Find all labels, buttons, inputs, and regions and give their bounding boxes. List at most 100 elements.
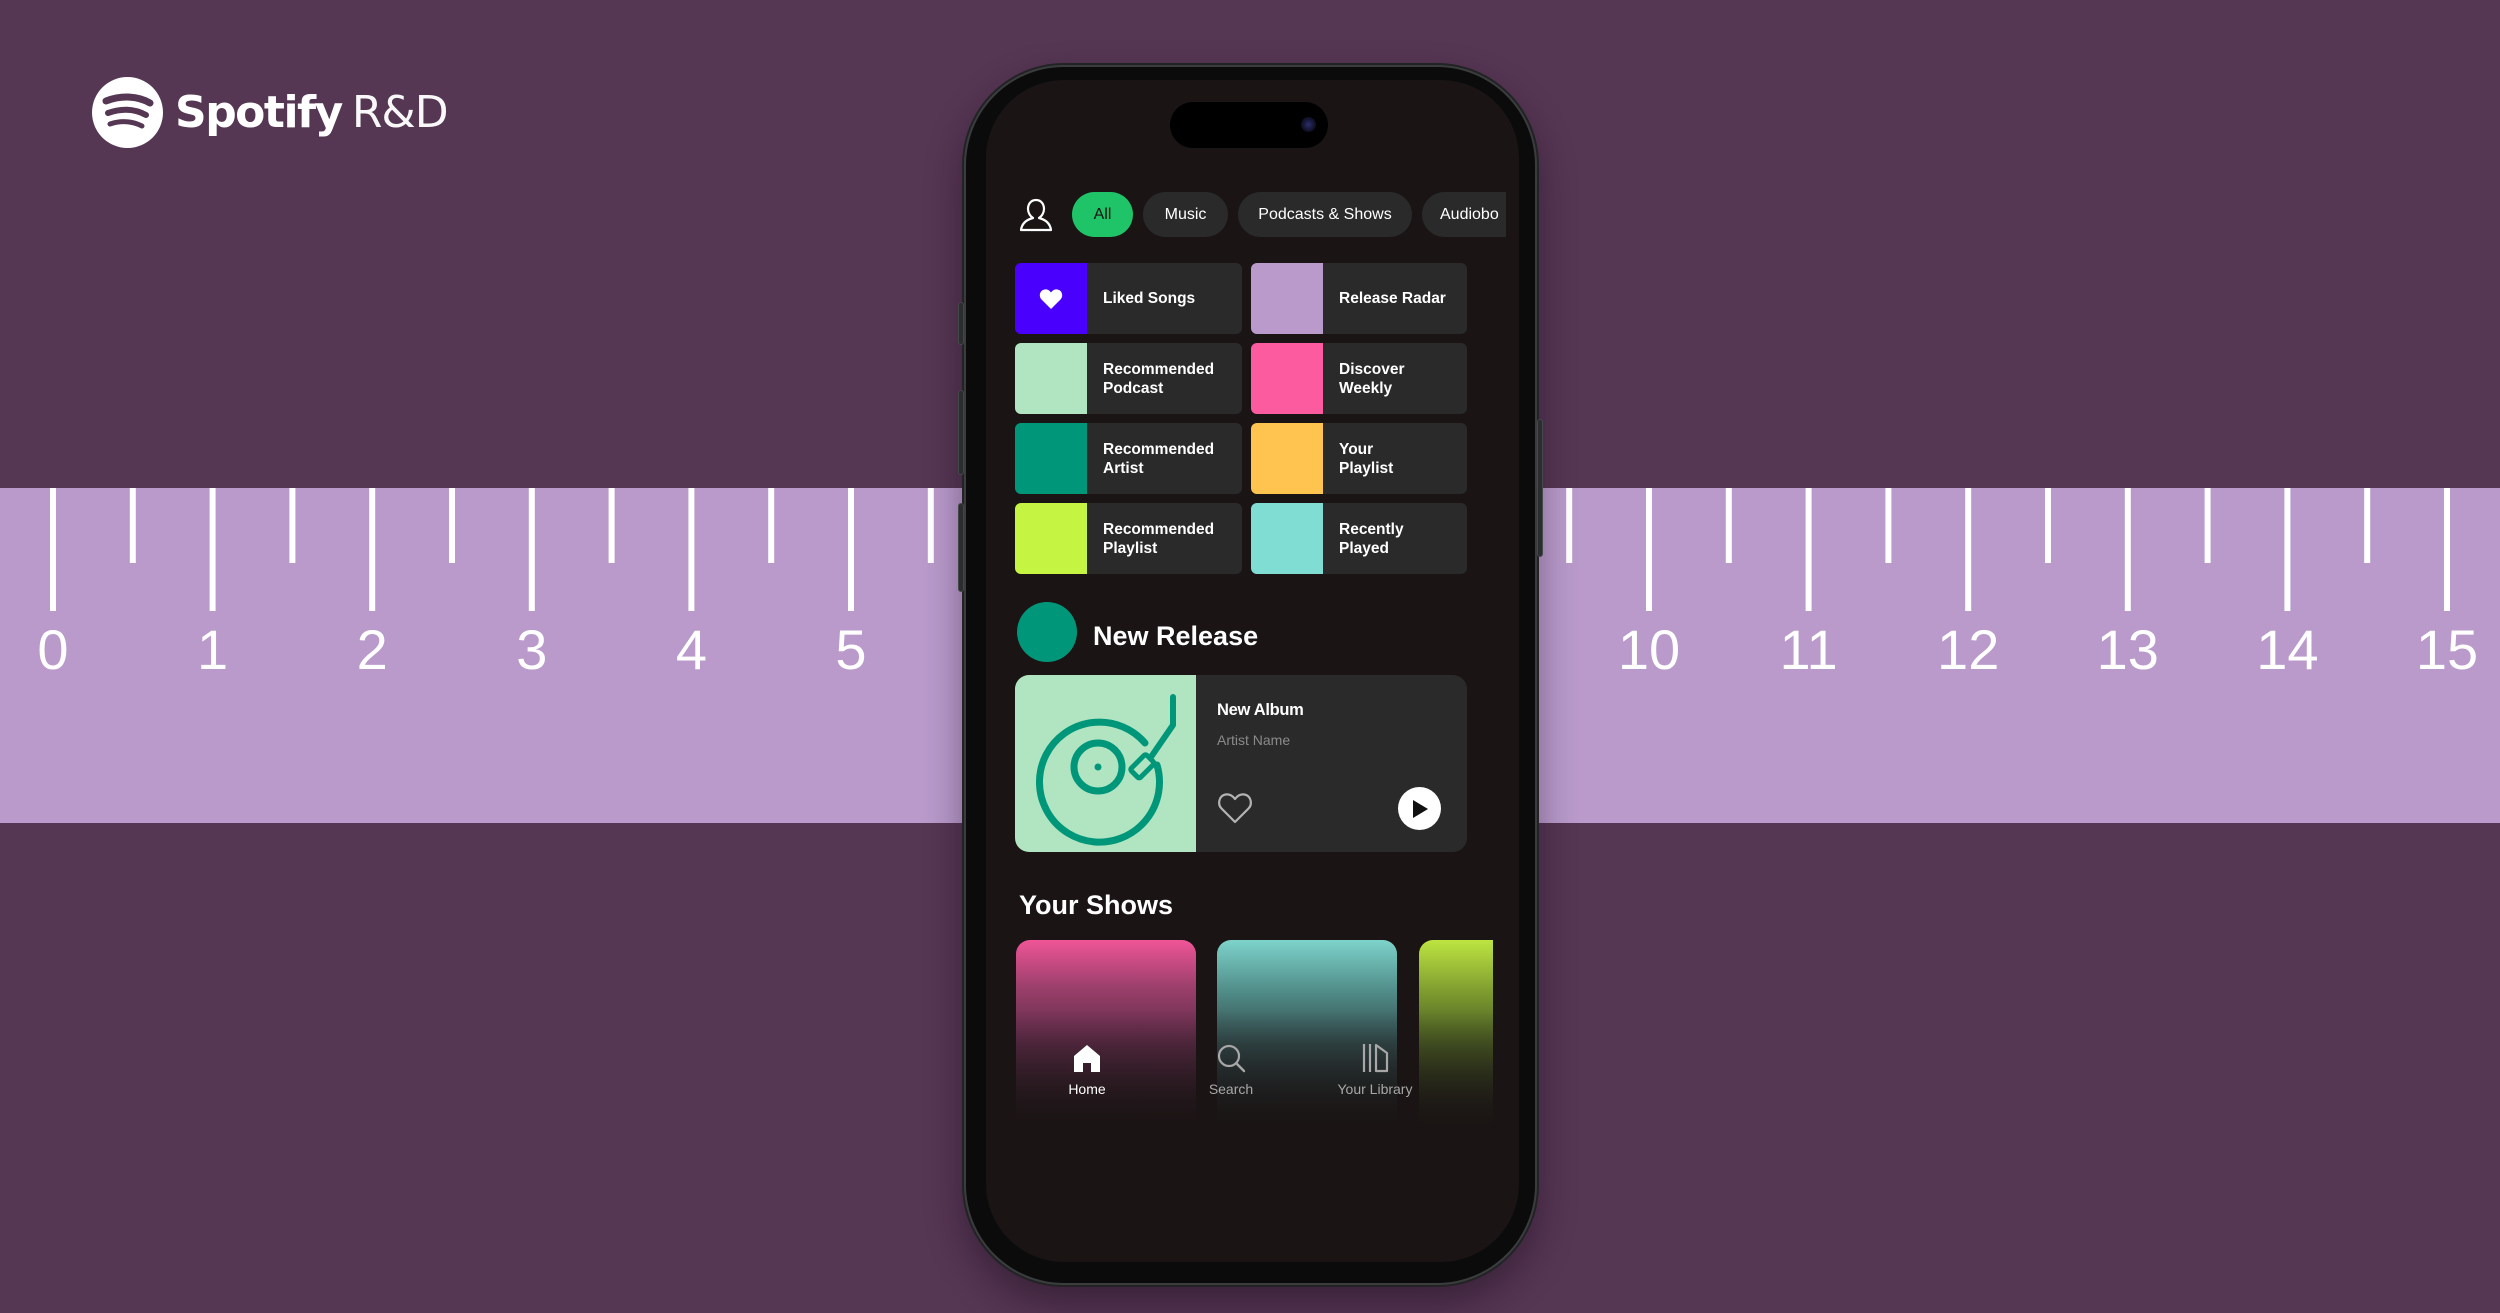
artist-avatar[interactable] <box>1017 602 1077 662</box>
tile-thumbnail <box>1251 503 1323 574</box>
tile-label: Your Playlist <box>1339 440 1394 477</box>
ruler-minor-tick <box>608 488 615 563</box>
nav-home[interactable]: Home <box>1027 1043 1147 1097</box>
play-icon <box>1412 799 1428 818</box>
library-icon <box>1362 1043 1389 1073</box>
tile-label: Release Radar <box>1339 290 1446 307</box>
filter-chip-audiobooks[interactable]: Audiobo <box>1422 192 1506 237</box>
ruler-major-tick <box>1646 488 1652 611</box>
ruler-minor-tick <box>289 488 296 563</box>
ruler-label: 5 <box>835 618 866 681</box>
dynamic-island <box>1170 102 1328 148</box>
tile-thumbnail <box>1015 343 1087 414</box>
filter-chip-all[interactable]: All <box>1072 192 1133 237</box>
brand-suffix: R&D <box>351 87 449 138</box>
tile-thumbnail <box>1015 423 1087 494</box>
nav-search[interactable]: Search <box>1171 1043 1291 1097</box>
spotify-rd-logo: Spotify R&D <box>92 77 449 148</box>
ruler-major-tick <box>2124 488 2131 611</box>
ruler-label: 1 <box>197 618 228 681</box>
tile-label: Recently Played <box>1339 520 1404 557</box>
play-button[interactable] <box>1398 787 1441 830</box>
quick-tile-discover-weekly[interactable]: Discover Weekly <box>1251 343 1467 414</box>
ruler-label: 2 <box>357 618 388 681</box>
power-button <box>1537 419 1543 557</box>
ruler-label: 12 <box>1937 618 1999 681</box>
spotify-logo-icon <box>92 77 163 148</box>
ruler-major-tick <box>1965 488 1972 611</box>
ruler-minor-tick <box>2204 488 2211 563</box>
ruler-label: 13 <box>2097 618 2159 681</box>
filter-chip-row: All Music Podcasts & Shows Audiobo <box>998 192 1519 237</box>
tile-thumbnail <box>1251 263 1323 334</box>
ruler-minor-tick <box>449 488 455 563</box>
bottom-nav: Home Search Your Library <box>986 1043 1519 1103</box>
ruler-minor-tick <box>129 488 136 563</box>
ruler-minor-tick <box>768 488 775 563</box>
ruler-minor-tick <box>2045 488 2051 563</box>
like-heart-icon[interactable] <box>1217 791 1253 825</box>
nav-label: Your Library <box>1337 1081 1413 1097</box>
ruler-label: 4 <box>676 618 707 681</box>
phone-screen: All Music Podcasts & Shows Audiobo Liked… <box>986 80 1519 1262</box>
ruler-minor-tick <box>1725 488 1732 563</box>
tile-thumbnail <box>1251 343 1323 414</box>
heart-icon <box>1039 288 1063 309</box>
quick-access-grid: Liked Songs Release Radar Recommended Po… <box>1015 263 1467 574</box>
ruler-major-tick <box>848 488 854 611</box>
ruler-label: 3 <box>516 618 547 681</box>
ruler-major-tick <box>369 488 376 611</box>
filter-chip-podcasts-shows[interactable]: Podcasts & Shows <box>1238 192 1412 237</box>
section-title-your-shows: Your Shows <box>1019 890 1174 920</box>
quick-tile-recommended-artist[interactable]: Recommended Artist <box>1015 423 1242 494</box>
home-icon <box>1074 1045 1100 1072</box>
nav-your-library[interactable]: Your Library <box>1315 1043 1435 1097</box>
section-title-new-release: New Release <box>1093 620 1259 651</box>
new-release-card[interactable]: New Album Artist Name <box>1015 675 1467 852</box>
ruler-major-tick <box>688 488 695 611</box>
tile-label: Recommended Podcast <box>1103 360 1215 397</box>
ruler-major-tick <box>209 488 216 611</box>
volume-down-button <box>958 503 964 592</box>
quick-tile-your-playlist[interactable]: Your Playlist <box>1251 423 1467 494</box>
artist-name[interactable]: Artist Name <box>1217 732 1290 748</box>
quick-tile-release-radar[interactable]: Release Radar <box>1251 263 1467 334</box>
ruler-major-tick <box>2284 488 2291 611</box>
tile-thumbnail <box>1251 423 1323 494</box>
quick-tile-liked-songs[interactable]: Liked Songs <box>1015 263 1242 334</box>
tile-label: Discover Weekly <box>1339 360 1405 397</box>
tile-label: Recommended Artist <box>1103 440 1215 477</box>
ruler-minor-tick <box>2364 488 2371 563</box>
tile-thumbnail <box>1015 263 1087 334</box>
search-icon <box>1217 1044 1246 1073</box>
ruler-major-tick <box>50 488 56 611</box>
nav-label: Home <box>1068 1081 1106 1097</box>
volume-up-button <box>958 390 964 475</box>
action-button <box>958 302 964 345</box>
ruler-minor-tick <box>1885 488 1892 563</box>
ruler-label: 10 <box>1618 618 1680 681</box>
ruler-major-tick <box>528 488 535 611</box>
ruler-major-tick <box>1805 488 1812 611</box>
tile-label: Liked Songs <box>1103 290 1196 307</box>
quick-tile-recently-played[interactable]: Recently Played <box>1251 503 1467 574</box>
filter-chip-music[interactable]: Music <box>1143 192 1228 237</box>
quick-tile-recommended-podcast[interactable]: Recommended Podcast <box>1015 343 1242 414</box>
ruler-minor-tick <box>1566 488 1573 563</box>
nav-label: Search <box>1208 1081 1254 1097</box>
ruler-label: 14 <box>2256 618 2318 681</box>
user-outline-icon[interactable] <box>1018 197 1054 233</box>
ruler-major-tick <box>2444 488 2450 611</box>
album-title[interactable]: New Album <box>1217 701 1304 720</box>
album-art <box>1015 675 1196 852</box>
ruler-minor-tick <box>927 488 934 563</box>
quick-tile-recommended-playlist[interactable]: Recommended Playlist <box>1015 503 1242 574</box>
turntable-icon <box>1036 694 1176 846</box>
phone-mockup: All Music Podcasts & Shows Audiobo Liked… <box>958 67 1543 1283</box>
tile-label: Recommended Playlist <box>1103 520 1215 557</box>
ruler-label: 0 <box>37 618 68 681</box>
tile-thumbnail <box>1015 503 1087 574</box>
ruler-label: 15 <box>2416 618 2478 681</box>
new-release-header: New Release <box>1017 602 1258 662</box>
ruler-label: 11 <box>1780 618 1838 681</box>
